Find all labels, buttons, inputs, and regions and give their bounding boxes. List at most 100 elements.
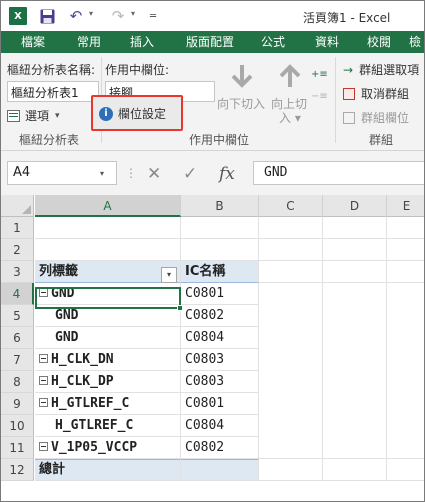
tab-review[interactable]: 校閱: [359, 31, 399, 53]
cancel-icon[interactable]: ✕: [147, 164, 161, 184]
cell-e3[interactable]: [387, 261, 424, 283]
customize-qat-icon[interactable]: ═: [147, 7, 159, 25]
cell-c12[interactable]: [259, 459, 323, 481]
field-settings-icon: i: [99, 106, 113, 121]
pivot-row-value[interactable]: C0802: [181, 305, 259, 327]
collapse-field-icon[interactable]: −≡: [311, 91, 328, 105]
tab-data[interactable]: 資料: [307, 31, 347, 53]
row-header-12[interactable]: 12: [1, 459, 34, 481]
pivot-row-label[interactable]: H_GTLREF_C: [35, 393, 181, 415]
column-header-b[interactable]: B: [181, 195, 259, 217]
pivot-row-labels-header[interactable]: 列標籤: [35, 261, 181, 283]
cell-c1[interactable]: [259, 217, 323, 239]
pivot-row-label[interactable]: H_CLK_DP: [35, 371, 181, 393]
pivot-row-value[interactable]: C0804: [181, 415, 259, 437]
cell-e12[interactable]: [387, 459, 424, 481]
row-header-4[interactable]: 4: [1, 283, 34, 305]
insert-function-icon[interactable]: fx: [219, 164, 235, 184]
enter-icon[interactable]: ✓: [183, 164, 197, 184]
column-header-a[interactable]: A: [35, 195, 181, 217]
tab-page-layout[interactable]: 版面配置: [179, 31, 241, 53]
cell-b2[interactable]: [181, 239, 259, 261]
pivot-row-value[interactable]: C0801: [181, 283, 259, 305]
undo-dropdown-icon[interactable]: ▾: [89, 9, 93, 18]
cells-c4-c11[interactable]: [259, 283, 323, 459]
fill-handle[interactable]: [177, 305, 183, 311]
excel-logo-letter: X: [14, 10, 22, 22]
pivot-value-header[interactable]: IC名稱: [181, 261, 259, 283]
excel-window: X ↶ ▾ ↷ ▾ ═ 活頁簿1 - Excel 檔案 常用 插入 版面配置 公…: [0, 0, 425, 502]
redo-glyph: ↷: [111, 7, 125, 25]
row-header-6[interactable]: 6: [1, 327, 34, 349]
group-field-button[interactable]: 群組欄位: [343, 109, 409, 126]
cell-a2[interactable]: [35, 239, 181, 261]
row-header-8[interactable]: 8: [1, 371, 34, 393]
formula-input[interactable]: GND: [253, 161, 424, 185]
redo-dropdown-icon[interactable]: ▾: [131, 9, 135, 18]
undo-glyph: ↶: [69, 7, 83, 25]
select-all-button[interactable]: [1, 195, 34, 217]
tab-insert[interactable]: 插入: [122, 31, 162, 53]
drill-up-button-line2[interactable]: 入 ▾: [279, 109, 301, 126]
column-header-c[interactable]: C: [259, 195, 323, 217]
row-header-5[interactable]: 5: [1, 305, 34, 327]
cell-c3[interactable]: [259, 261, 323, 283]
cell-a1[interactable]: [35, 217, 181, 239]
cells-e4-e11[interactable]: [387, 283, 424, 459]
cell-c2[interactable]: [259, 239, 323, 261]
collapse-icon[interactable]: [39, 376, 48, 385]
tab-view[interactable]: 檢: [409, 31, 424, 53]
collapse-icon[interactable]: [39, 442, 48, 451]
cell-e1[interactable]: [387, 217, 424, 239]
pivot-row-label[interactable]: GND: [35, 327, 181, 349]
cell-d3[interactable]: [323, 261, 387, 283]
cell-b1[interactable]: [181, 217, 259, 239]
tab-file[interactable]: 檔案: [13, 31, 53, 53]
pivot-row-label[interactable]: H_CLK_DN: [35, 349, 181, 371]
row-header-9[interactable]: 9: [1, 393, 34, 415]
pivot-row-value[interactable]: C0802: [181, 437, 259, 459]
pivot-row-value[interactable]: C0803: [181, 349, 259, 371]
pivot-row-label[interactable]: H_GTLREF_C: [35, 415, 181, 437]
row-header-11[interactable]: 11: [1, 437, 34, 459]
save-icon[interactable]: [39, 7, 55, 25]
column-header-d[interactable]: D: [323, 195, 387, 217]
cell-d1[interactable]: [323, 217, 387, 239]
group-selection-button[interactable]: → 群組選取項: [343, 61, 419, 78]
group-field-label: 群組欄位: [361, 111, 410, 125]
excel-logo-icon[interactable]: X: [9, 7, 27, 25]
undo-icon[interactable]: ↶: [67, 7, 85, 25]
name-box-dropdown-icon[interactable]: ▾: [100, 169, 104, 178]
cell-e2[interactable]: [387, 239, 424, 261]
column-header-e[interactable]: E: [387, 195, 424, 217]
pivot-name-input[interactable]: 樞紐分析表1: [7, 81, 99, 102]
pivot-row-value[interactable]: C0804: [181, 327, 259, 349]
cell-d12[interactable]: [323, 459, 387, 481]
drill-down-button[interactable]: 向下切入: [217, 95, 265, 112]
tab-home[interactable]: 常用: [69, 31, 109, 53]
pivot-grand-total-value[interactable]: [181, 459, 259, 481]
expand-field-icon[interactable]: +≡: [311, 69, 328, 83]
pivot-row-value[interactable]: C0801: [181, 393, 259, 415]
pivot-grand-total-label[interactable]: 總計: [35, 459, 181, 481]
row-header-1[interactable]: 1: [1, 217, 34, 239]
tab-formulas[interactable]: 公式: [253, 31, 293, 53]
row-header-10[interactable]: 10: [1, 415, 34, 437]
ungroup-label: 取消群組: [361, 87, 410, 101]
pivot-row-label[interactable]: V_1P05_VCCP: [35, 437, 181, 459]
collapse-icon[interactable]: [39, 398, 48, 407]
row-header-7[interactable]: 7: [1, 349, 34, 371]
pivot-row-value[interactable]: C0803: [181, 371, 259, 393]
field-settings-button[interactable]: i 欄位設定: [99, 105, 166, 122]
ungroup-button[interactable]: 取消群組: [343, 85, 409, 102]
options-button[interactable]: 選項 ▾: [7, 107, 60, 124]
cell-d2[interactable]: [323, 239, 387, 261]
collapse-icon[interactable]: [39, 354, 48, 363]
ribbon-separator: [335, 57, 336, 143]
row-labels-filter-icon[interactable]: ▾: [161, 267, 177, 283]
row-header-2[interactable]: 2: [1, 239, 34, 261]
row-header-3[interactable]: 3: [1, 261, 34, 283]
cells-d4-d11[interactable]: [323, 283, 387, 459]
row-label-text: H_CLK_DP: [51, 374, 114, 389]
redo-icon[interactable]: ↷: [109, 7, 127, 25]
